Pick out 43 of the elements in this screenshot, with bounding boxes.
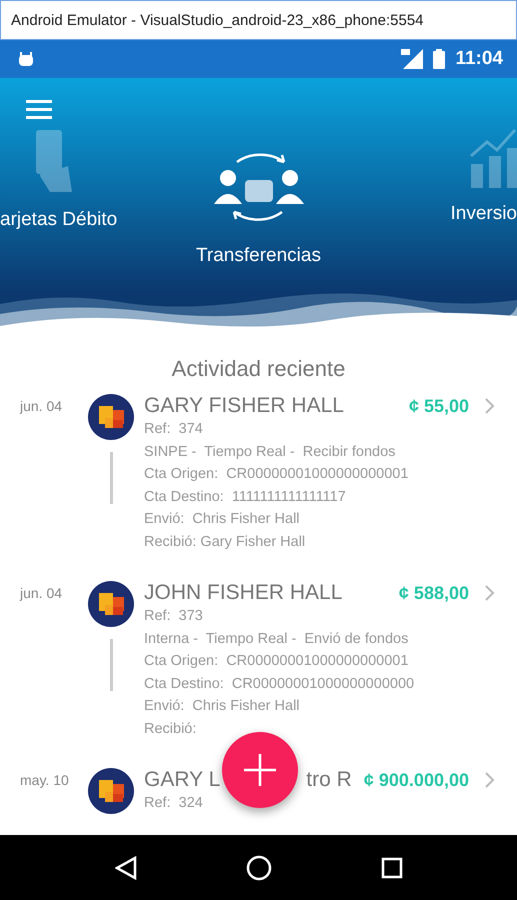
contact-name: GARY L: [144, 768, 220, 792]
contact-name: GARY FISHER HALL: [144, 394, 344, 418]
date-label: may. 10: [20, 771, 70, 790]
amount: ¢ 588,00: [398, 582, 469, 604]
detail-line: Ref: 324: [144, 794, 204, 813]
menu-button[interactable]: [26, 98, 52, 120]
contact-name: JOHN FISHER HALL: [144, 581, 342, 605]
back-button[interactable]: [114, 856, 136, 880]
amount: ¢ 55,00: [408, 396, 469, 416]
android-icon: [18, 52, 34, 66]
date-label: jun. 04: [20, 584, 64, 603]
detail-line: Envió: Chris Fisher Hall: [144, 697, 301, 716]
carousel-tab[interactable]: Inversio: [450, 203, 517, 225]
detail-line: Ref: 374: [144, 420, 204, 439]
detail-line: SINPE - Tiempo Real - Recibir fondos: [144, 442, 396, 462]
detail-line: Interna - Tiempo Real - Envió de fondos: [144, 630, 410, 648]
detail-line: Recibió: Gary Fisher Hall: [144, 532, 306, 552]
detail-line: Ref: 373: [144, 607, 204, 626]
contact-name: tro R: [306, 768, 352, 792]
detail-line: Cta Origen: CR00000001000000000001: [144, 652, 410, 671]
plus-icon: [242, 752, 278, 788]
detail-line: Recibió:: [144, 720, 198, 738]
date-label: jun. 04: [20, 397, 64, 416]
detail-line: Cta Destino: CR00000001000000000000: [144, 674, 416, 694]
battery-icon: [433, 49, 446, 69]
detail-line: Envió: Chris Fisher Hall: [144, 510, 301, 529]
recents-button[interactable]: [380, 856, 402, 878]
card-in-hand-icon: [34, 128, 74, 194]
add-button[interactable]: [222, 732, 298, 808]
window-title: Android Emulator - VisualStudio_android-23_x86_phone:5554: [11, 12, 424, 28]
carousel-tab[interactable]: arjetas Débito: [0, 209, 118, 231]
signal-icon: [401, 49, 424, 69]
chart-icon: [469, 128, 517, 188]
home-button[interactable]: [246, 854, 272, 880]
amount: ¢ 900.000,00: [364, 770, 469, 790]
detail-line: Cta Origen: CR00000001000000000001: [144, 465, 410, 484]
carousel-tab[interactable]: Transferencias: [196, 245, 321, 267]
puzzle-avatar-icon: [88, 768, 134, 814]
clock: 11:04: [455, 48, 503, 70]
puzzle-avatar-icon: [88, 394, 134, 440]
puzzle-avatar-icon: [88, 581, 134, 627]
detail-line: Cta Destino: 1111111111111117: [144, 488, 347, 506]
section-title: Actividad reciente: [170, 356, 346, 382]
